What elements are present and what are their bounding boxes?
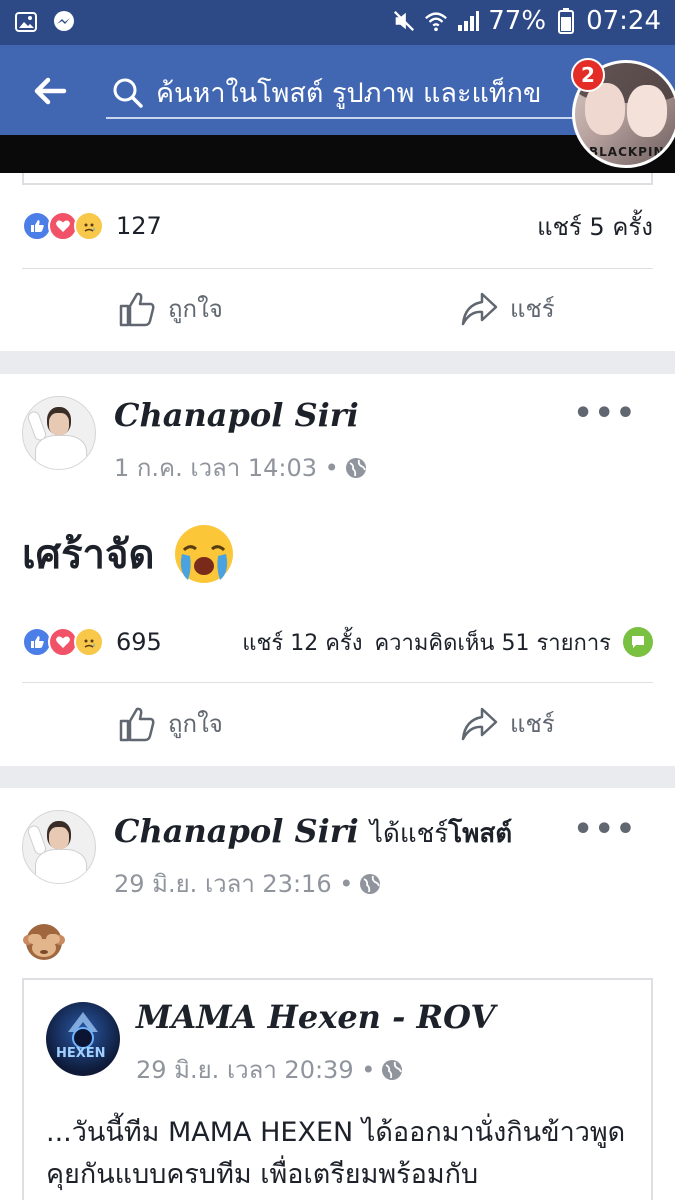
reaction-icons	[22, 627, 104, 657]
gallery-icon	[14, 10, 38, 34]
battery-icon	[554, 8, 578, 34]
back-button[interactable]	[30, 71, 70, 111]
like-label: ถูกใจ	[168, 710, 223, 738]
chat-head-caption: BLACKPINK	[589, 145, 675, 159]
share-arrow-icon	[461, 292, 498, 325]
avatar-photo-face	[49, 827, 69, 849]
globe-icon	[345, 457, 366, 478]
globe-icon	[382, 1059, 403, 1080]
engagement-counts: แชร์ 12 ครั้ง ความคิดเห็น 51 รายการ	[242, 625, 653, 660]
post-timestamp[interactable]: 29 มิ.ย. เวลา 23:16 •	[114, 864, 381, 903]
like-label: ถูกใจ	[168, 295, 223, 323]
post-card-top: 127 แชร์ 5 ครั้ง ถูกใจ แชร์	[0, 173, 675, 351]
reactions-summary[interactable]: 695 แชร์ 12 ครั้ง ความคิดเห็น 51 รายการ	[22, 622, 653, 662]
hexen-logo-icon	[68, 1012, 98, 1049]
signal-icon	[456, 9, 480, 33]
clock: 07:24	[586, 6, 661, 36]
page-avatar[interactable]: HEXEN	[46, 1002, 120, 1076]
status-bar-system: 77% 07:24	[392, 6, 661, 36]
post-timestamp[interactable]: 1 ก.ค. เวลา 14:03 •	[114, 448, 367, 487]
share-count[interactable]: แชร์ 12 ครั้ง	[242, 625, 362, 660]
avatar-photo-face	[49, 413, 69, 435]
post-body: เศร้าจัด	[22, 532, 155, 578]
reactions-summary[interactable]: 127 แชร์ 5 ครั้ง	[22, 206, 653, 246]
thumbs-up-icon	[119, 292, 155, 326]
sad-reaction-icon	[74, 627, 104, 657]
share-arrow-icon	[461, 707, 498, 740]
post-text: เศร้าจัด	[22, 522, 236, 586]
search-input[interactable]	[156, 71, 596, 115]
shared-timestamp[interactable]: 29 มิ.ย. เวลา 20:39 •	[136, 1050, 403, 1089]
notification-badge: 2	[571, 58, 605, 92]
post-action: ได้แชร์	[369, 819, 449, 849]
shared-page-name[interactable]: MAMA Hexen - ROV	[136, 998, 495, 1036]
shared-post[interactable]: HEXEN MAMA Hexen - ROV 29 มิ.ย. เวลา 20:…	[22, 978, 653, 1200]
post-author[interactable]: Chanapol Siri	[114, 812, 359, 850]
avatar-photo-shirt	[35, 435, 87, 469]
avatar[interactable]	[22, 810, 96, 884]
like-button[interactable]: ถูกใจ	[118, 704, 223, 743]
share-button[interactable]: แชร์	[460, 289, 555, 328]
status-bar: 77% 07:24	[0, 0, 675, 45]
messenger-icon	[52, 10, 76, 34]
post-card: Chanapol Siri ได้แชร์โพสต์ 29 มิ.ย. เวลา…	[0, 788, 675, 1200]
mute-icon	[392, 9, 416, 33]
comment-count[interactable]: ความคิดเห็น 51 รายการ	[374, 625, 611, 660]
timestamp-text: 29 มิ.ย. เวลา 23:16 •	[114, 870, 354, 898]
divider	[22, 268, 653, 269]
share-button[interactable]: แชร์	[460, 704, 555, 743]
page-avatar-label: HEXEN	[56, 1046, 106, 1061]
status-bar-notifications	[14, 10, 76, 34]
more-options-icon[interactable]: •••	[573, 396, 637, 431]
reaction-count: 695	[116, 628, 162, 656]
like-button[interactable]: ถูกใจ	[118, 289, 223, 328]
share-label: แชร์	[510, 710, 555, 738]
share-count[interactable]: แชร์ 5 ครั้ง	[537, 207, 653, 246]
divider	[22, 682, 653, 683]
shared-post-frame	[22, 173, 653, 185]
thumbs-up-icon	[119, 707, 155, 741]
post-action-object[interactable]: โพสต์	[448, 819, 512, 849]
more-options-icon[interactable]: •••	[573, 812, 637, 847]
reaction-icons	[22, 211, 104, 241]
battery-percent: 77%	[488, 6, 547, 36]
sad-reaction-icon	[74, 211, 104, 241]
comment-bubble-icon	[623, 627, 653, 657]
photo-strip	[0, 135, 675, 173]
share-label: แชร์	[510, 295, 555, 323]
avatar-photo-shirt	[35, 849, 87, 883]
search-icon	[113, 78, 143, 108]
back-arrow-icon	[34, 77, 67, 105]
timestamp-text: 29 มิ.ย. เวลา 20:39 •	[136, 1056, 376, 1084]
crying-face-icon	[175, 525, 234, 583]
post-author-line: Chanapol Siri ได้แชร์โพสต์	[114, 812, 512, 854]
avatar[interactable]	[22, 396, 96, 470]
search-field[interactable]	[106, 67, 600, 119]
timestamp-text: 1 ก.ค. เวลา 14:03 •	[114, 454, 339, 482]
chat-head-photo-face	[627, 85, 667, 137]
globe-icon	[360, 873, 381, 894]
post-emoji	[22, 918, 66, 962]
post-card: Chanapol Siri 1 ก.ค. เวลา 14:03 • ••• เศ…	[0, 374, 675, 766]
reaction-count: 127	[116, 212, 162, 240]
post-author[interactable]: Chanapol Siri	[114, 396, 359, 434]
see-no-evil-monkey-icon	[23, 924, 65, 960]
wifi-icon	[424, 9, 448, 33]
shared-post-body: ...วันนี้ทีม MAMA HEXEN ได้ออกมานั่งกินข…	[46, 1117, 626, 1190]
